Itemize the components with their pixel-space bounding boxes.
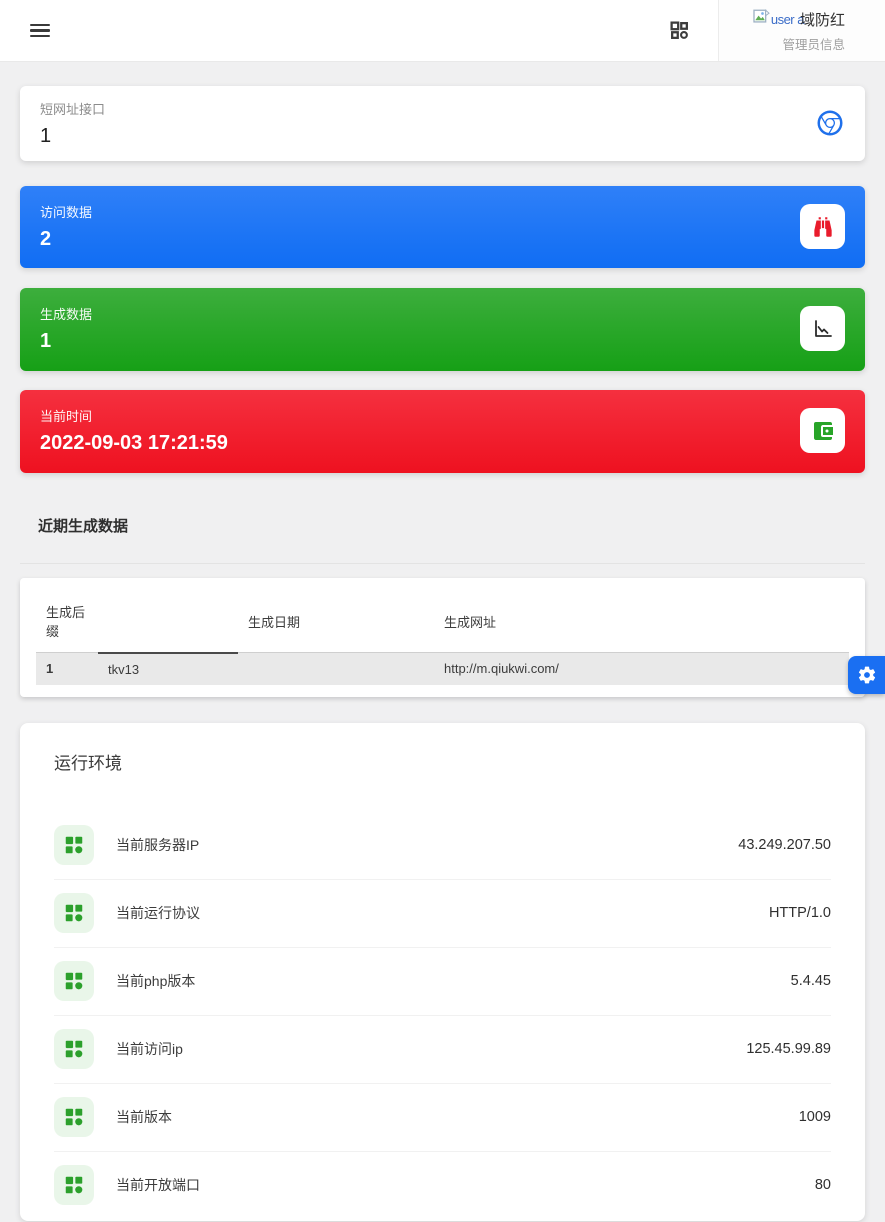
environment-card: 运行环境 当前服务器IP 43.249.207.50 当前运行协议 HTTP/1… — [20, 723, 865, 1221]
stat-card-value: 2022-09-03 17:21:59 — [40, 432, 228, 455]
env-value: 43.249.207.50 — [738, 837, 831, 853]
chart-line-icon — [800, 306, 845, 351]
broken-avatar-icon — [753, 9, 770, 29]
stat-card-value: 1 — [40, 125, 105, 148]
recent-data-table: 生成后缀 生成日期 生成网址 1 tkv13 http://m.qiukwi.c… — [36, 592, 849, 685]
env-item-server-ip: 当前服务器IP 43.249.207.50 — [20, 812, 865, 879]
stat-card-label: 当前时间 — [40, 406, 228, 425]
column-header-date[interactable]: 生成日期 — [238, 592, 434, 653]
section-divider — [20, 563, 865, 564]
env-item-visit-ip: 当前访问ip 125.45.99.89 — [20, 1016, 865, 1083]
gear-icon — [857, 665, 877, 685]
grid-green-icon — [54, 825, 94, 865]
column-header-url[interactable]: 生成网址 — [434, 592, 849, 653]
stat-card-visit-data[interactable]: 访问数据 2 — [20, 186, 865, 268]
env-item-version: 当前版本 1009 — [20, 1084, 865, 1151]
env-label: 当前开放端口 — [116, 1175, 200, 1195]
cell-row-number: 1 — [36, 653, 98, 685]
cell-suffix: tkv13 — [98, 653, 238, 685]
settings-button[interactable] — [848, 656, 885, 694]
stat-card-label: 访问数据 — [40, 202, 92, 221]
env-label: 当前访问ip — [116, 1039, 183, 1059]
environment-title: 运行环境 — [54, 749, 865, 774]
recent-data-title: 近期生成数据 — [38, 515, 865, 536]
column-header-sorted[interactable] — [98, 592, 238, 653]
env-item-protocol: 当前运行协议 HTTP/1.0 — [20, 880, 865, 947]
env-value: 5.4.45 — [791, 973, 831, 989]
stat-card-current-time[interactable]: 当前时间 2022-09-03 17:21:59 — [20, 390, 865, 473]
env-label: 当前版本 — [116, 1107, 172, 1127]
stat-card-label: 短网址接口 — [40, 99, 105, 118]
binoculars-icon — [800, 204, 845, 249]
stat-card-value: 2 — [40, 228, 92, 251]
user-role: 管理员信息 — [782, 34, 845, 53]
env-item-open-port: 当前开放端口 80 — [20, 1152, 865, 1219]
env-value: 125.45.99.89 — [746, 1041, 831, 1057]
stat-card-short-url-api[interactable]: 短网址接口 1 — [20, 86, 865, 161]
stat-card-value: 1 — [40, 330, 92, 353]
grid-green-icon — [54, 893, 94, 933]
grid-green-icon — [54, 961, 94, 1001]
app-header: user a 域防红 管理员信息 — [0, 0, 885, 62]
env-item-php-version: 当前php版本 5.4.45 — [20, 948, 865, 1015]
hamburger-menu-icon[interactable] — [30, 24, 50, 38]
grid-green-icon — [54, 1165, 94, 1205]
recent-data-table-card: 生成后缀 生成日期 生成网址 1 tkv13 http://m.qiukwi.c… — [20, 578, 865, 697]
apps-grid-icon[interactable] — [669, 20, 690, 41]
grid-green-icon — [54, 1097, 94, 1137]
env-label: 当前运行协议 — [116, 903, 200, 923]
env-label: 当前php版本 — [116, 971, 195, 991]
column-header-suffix[interactable]: 生成后缀 — [36, 592, 98, 653]
table-row[interactable]: 1 tkv13 http://m.qiukwi.com/ — [36, 653, 849, 685]
env-value: HTTP/1.0 — [769, 905, 831, 921]
wallet-icon — [800, 408, 845, 453]
stat-card-label: 生成数据 — [40, 304, 92, 323]
cell-url: http://m.qiukwi.com/ — [434, 653, 849, 685]
env-value: 1009 — [799, 1109, 831, 1125]
env-label: 当前服务器IP — [116, 835, 199, 855]
user-name: 域防红 — [800, 9, 845, 30]
cell-date — [238, 653, 434, 685]
chrome-icon — [815, 99, 845, 147]
user-menu[interactable]: user a 域防红 管理员信息 — [718, 0, 885, 61]
env-value: 80 — [815, 1177, 831, 1193]
stat-card-generated-data[interactable]: 生成数据 1 — [20, 288, 865, 371]
grid-green-icon — [54, 1029, 94, 1069]
